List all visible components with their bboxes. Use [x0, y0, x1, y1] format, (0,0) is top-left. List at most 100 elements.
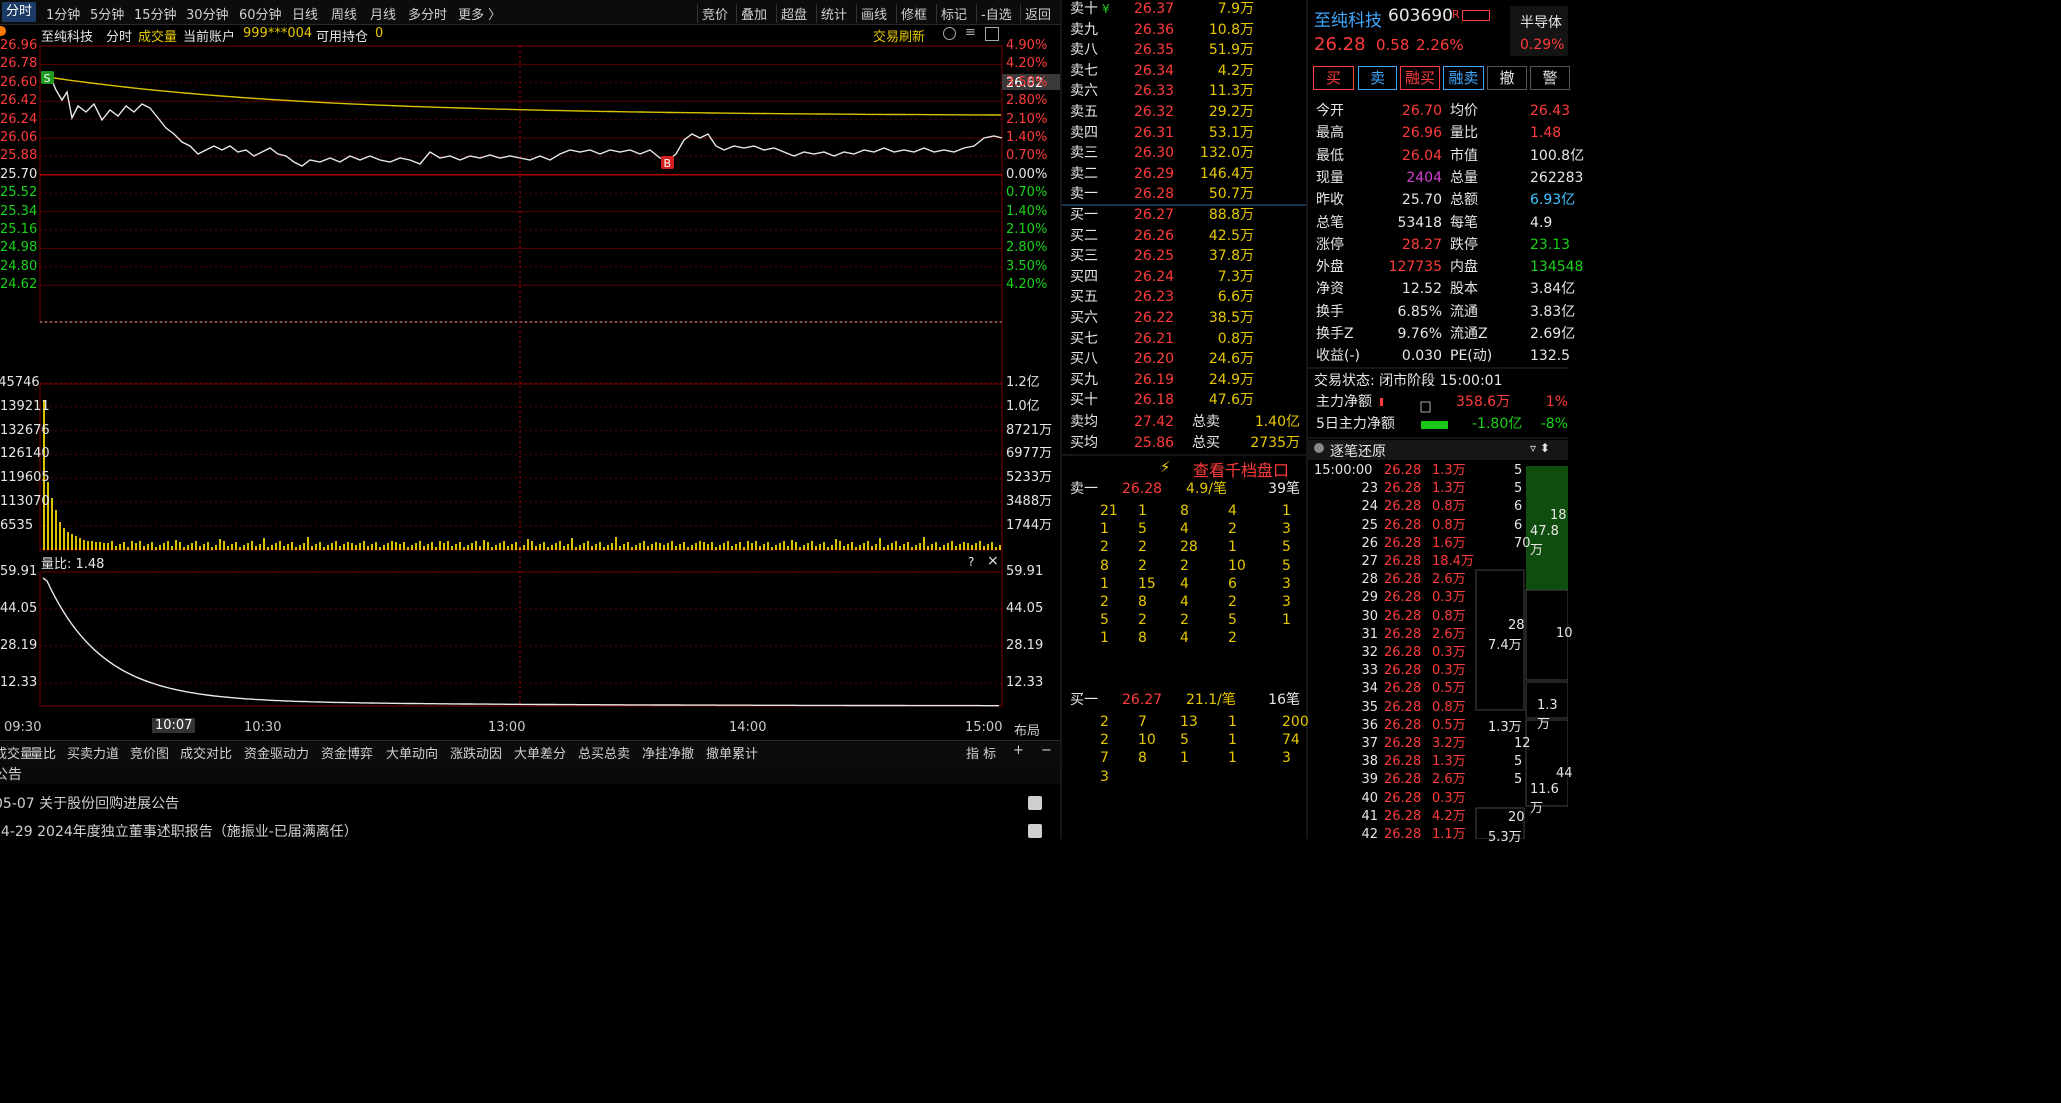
orderbook-row[interactable]: 卖八 26.35 51.9万 — [1062, 40, 1306, 60]
remove-indicator-button[interactable]: − — [1041, 743, 1052, 758]
pdf-icon[interactable] — [1028, 796, 1042, 810]
tab-big-order-diff[interactable]: 大单差分 — [514, 743, 566, 762]
orderbook-row[interactable]: 买三 26.25 37.8万 — [1062, 246, 1306, 266]
sector-box[interactable]: 半导体 0.29% — [1510, 6, 1568, 56]
cancel-button[interactable]: 撤 — [1487, 66, 1527, 90]
orderbook-row[interactable]: 买七 26.21 0.8万 — [1062, 329, 1306, 349]
tab-volume-ratio[interactable]: 量比 — [30, 743, 56, 762]
orderbook-row[interactable]: 卖二 26.29 146.4万 — [1062, 164, 1306, 184]
btn-stats[interactable]: 统计 — [816, 4, 847, 23]
orderbook-row[interactable]: 买六 26.22 38.5万 — [1062, 308, 1306, 328]
btn-frame[interactable]: 修框 — [896, 4, 927, 23]
orderbook-row[interactable]: 卖四 26.31 53.1万 — [1062, 123, 1306, 143]
tab-rise-fall-cause[interactable]: 涨跌动因 — [450, 743, 502, 762]
orderbook-row[interactable]: 买九 26.19 24.9万 — [1062, 370, 1306, 390]
tab-5min[interactable]: 5分钟 — [90, 4, 124, 23]
close-icon[interactable]: × — [987, 553, 999, 569]
tick-row: 32 26.28 0.3万 — [1308, 644, 1568, 662]
tick-time: 29 — [1361, 590, 1378, 606]
btn-auction[interactable]: 竞价 — [697, 4, 728, 23]
tick-price: 26.28 — [1384, 463, 1422, 478]
menu-icon[interactable]: ≡ — [965, 25, 976, 40]
tab-more[interactable]: 更多 〉 — [458, 4, 501, 23]
thousand-book-link[interactable]: 查看千档盘口 — [1193, 457, 1289, 481]
volume-tick-label: 132676 — [0, 422, 50, 438]
orderbook-price: 26.20 — [1134, 351, 1175, 368]
window-icon[interactable] — [985, 27, 999, 41]
volume-bar — [655, 542, 657, 550]
tab-cancel-accum[interactable]: 撤单累计 — [706, 743, 758, 762]
target-icon[interactable] — [943, 27, 956, 40]
tab-net-hang-cancel[interactable]: 净挂净撤 — [642, 743, 694, 762]
tab-big-order-trend[interactable]: 大单动向 — [386, 743, 438, 762]
pdf-icon[interactable] — [1028, 824, 1042, 838]
orderbook-row[interactable]: 卖五 26.32 29.2万 — [1062, 102, 1306, 122]
announcement-item[interactable]: 05-07 关于股份回购进展公告 — [0, 792, 1060, 814]
tab-buy-sell-power[interactable]: 买卖力道 — [67, 743, 119, 762]
indicator-button[interactable]: 指 标 — [966, 743, 996, 762]
collapse-icon[interactable] — [1314, 443, 1324, 453]
help-icon[interactable]: ? — [968, 555, 974, 569]
announcement-text[interactable]: 04-29 2024年度独立董事述职报告（施振业-已届满离任） — [0, 821, 358, 841]
tab-fund-game[interactable]: 资金博弈 — [321, 743, 373, 762]
orderbook-row[interactable]: 卖一 26.28 50.7万 — [1062, 184, 1306, 204]
tab-auction-chart[interactable]: 竞价图 — [130, 743, 169, 762]
volume-bar — [411, 545, 413, 550]
layout-button[interactable]: 布局 — [1014, 720, 1040, 739]
orderbook-row[interactable]: 买八 26.20 24.6万 — [1062, 349, 1306, 369]
total-sell-value: 1.40亿 — [1254, 414, 1300, 430]
orderbook-row[interactable]: 卖三 26.30 132.0万 — [1062, 143, 1306, 163]
quote-stock-name[interactable]: 至纯科技 — [1314, 6, 1382, 31]
orderbook-row[interactable]: 卖七 26.34 4.2万 — [1062, 61, 1306, 81]
margin-sell-button[interactable]: 融卖 — [1443, 66, 1484, 90]
tab-daily[interactable]: 日线 — [292, 4, 318, 23]
trade-refresh[interactable]: 交易刷新 — [873, 26, 925, 45]
btn-back[interactable]: 返回 — [1020, 4, 1051, 23]
btn-overlay[interactable]: 叠加 — [736, 4, 767, 23]
orderbook-row[interactable]: 卖六 26.33 11.3万 — [1062, 81, 1306, 101]
volume-bar — [707, 544, 709, 550]
sell-button[interactable]: 卖 — [1358, 66, 1397, 90]
tab-fund-drive[interactable]: 资金驱动力 — [244, 743, 309, 762]
buy-button[interactable]: 买 — [1313, 66, 1354, 90]
btn-draw[interactable]: 画线 — [856, 4, 887, 23]
filter-icon[interactable]: ▿ ⬍ — [1530, 441, 1550, 455]
quote-value: 23.13 — [1530, 236, 1571, 253]
orderbook-volume: 132.0万 — [1199, 145, 1254, 162]
volume-bar — [895, 541, 897, 550]
volume-bar — [111, 541, 113, 550]
tick-price: 26.28 — [1384, 608, 1422, 624]
period-toolbar: 分时 1分钟 5分钟 15分钟 30分钟 60分钟 日线 周线 月线 多分时 更… — [0, 0, 1060, 25]
orderbook-row[interactable]: 卖九 26.36 10.8万 — [1062, 20, 1306, 40]
add-indicator-button[interactable]: + — [1013, 743, 1024, 758]
orderbook-row[interactable]: 买五 26.23 6.6万 — [1062, 287, 1306, 307]
alert-button[interactable]: 警 — [1530, 66, 1570, 90]
tab-60min[interactable]: 60分钟 — [239, 4, 282, 23]
orderbook-price: 26.36 — [1134, 21, 1175, 38]
margin-buy-button[interactable]: 融买 — [1400, 66, 1440, 90]
tab-multi-intraday[interactable]: 多分时 — [408, 4, 447, 23]
orderbook-row[interactable]: 买一 26.27 88.8万 — [1062, 205, 1306, 225]
tab-1min[interactable]: 1分钟 — [46, 4, 80, 23]
tab-15min[interactable]: 15分钟 — [134, 4, 177, 23]
orderbook-row[interactable]: 买四 26.24 7.3万 — [1062, 267, 1306, 287]
btn-mark[interactable]: 标记 — [936, 4, 967, 23]
tab-deal-compare[interactable]: 成交对比 — [180, 743, 232, 762]
btn-super[interactable]: 超盘 — [776, 4, 807, 23]
btn-remove-watchlist[interactable]: -自选 — [976, 4, 1012, 23]
announcement-text[interactable]: 05-07 关于股份回购进展公告 — [0, 793, 179, 813]
tab-monthly[interactable]: 月线 — [370, 4, 396, 23]
orderbook-row[interactable]: 买十 26.18 47.6万 — [1062, 390, 1306, 410]
tick-time: 28 — [1361, 572, 1378, 588]
tab-30min[interactable]: 30分钟 — [186, 4, 229, 23]
tab-weekly[interactable]: 周线 — [331, 4, 357, 23]
announcement-item[interactable]: 04-29 2024年度独立董事述职报告（施振业-已届满离任） — [0, 820, 1060, 842]
orderbook-row[interactable]: 买二 26.26 42.5万 — [1062, 226, 1306, 246]
tick-row: 33 26.28 0.3万 — [1308, 662, 1568, 680]
tab-total-buy-sell[interactable]: 总买总卖 — [578, 743, 630, 762]
tab-volume[interactable]: 成交量 — [0, 743, 33, 762]
orderbook-row[interactable]: 卖十 26.37 ¥7.9万 — [1062, 0, 1306, 19]
queue-cell: 1 — [1282, 612, 1291, 629]
volume-bar — [219, 539, 221, 550]
tab-intraday[interactable]: 分时 — [2, 2, 37, 22]
